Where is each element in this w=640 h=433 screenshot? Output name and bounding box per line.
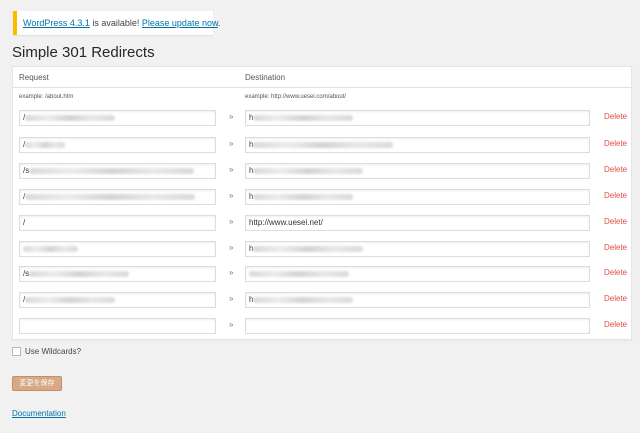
wildcards-checkbox[interactable] [12,347,21,357]
delete-link[interactable]: Delete [604,320,627,329]
request-example: example: /about.htm [19,94,74,100]
delete-link[interactable]: Delete [604,217,627,226]
notice-end: . [217,18,221,28]
request-input[interactable]: /s [19,266,216,282]
delete-link[interactable]: Delete [604,243,627,252]
table-row: / » http://www.uesei.net/Delete [13,215,631,231]
redacted-text [253,115,354,121]
table-row: / » h Delete [13,137,631,153]
request-input[interactable]: / [19,137,216,153]
request-input[interactable] [19,241,216,257]
redacted-text [253,168,364,174]
destination-column-header: Destination [245,73,286,82]
destination-input[interactable]: http://www.uesei.net/ [245,215,590,231]
table-header: Request Destination [13,67,631,88]
destination-input[interactable]: h [245,137,590,153]
redirects-table: Request Destination example: /about.htm … [12,66,632,340]
redacted-text [249,271,349,277]
destination-input[interactable]: h [245,241,590,257]
redirect-arrow: » [229,139,234,148]
redacted-text [253,194,354,200]
table-row: / » h Delete [13,189,631,205]
destination-input[interactable]: h [245,189,590,205]
redirect-arrow: » [229,112,234,121]
redacted-text [25,142,66,148]
redacted-text [253,142,394,148]
page-title: Simple 301 Redirects [12,44,155,61]
delete-link[interactable]: Delete [604,165,627,174]
redacted-text [29,168,195,174]
request-input[interactable]: /s [19,163,216,179]
update-now-link[interactable]: Please update now [142,18,218,28]
redirect-arrow: » [229,320,234,329]
redacted-text [29,271,130,277]
redirect-arrow: » [229,217,234,226]
redacted-text [253,297,354,303]
wildcards-option[interactable]: Use Wildcards? [12,347,82,357]
redirect-arrow: » [229,191,234,200]
delete-link[interactable]: Delete [604,191,627,200]
table-row: » Delete [13,318,631,334]
documentation-link[interactable]: Documentation [12,409,66,418]
table-row: / » h Delete [13,110,631,126]
destination-value: http://www.uesei.net/ [249,218,323,227]
destination-input[interactable]: h [245,110,590,126]
request-input[interactable]: / [19,215,216,231]
delete-link[interactable]: Delete [604,268,627,277]
redacted-text [23,246,78,252]
delete-link[interactable]: Delete [604,112,627,121]
delete-link[interactable]: Delete [604,294,627,303]
update-notice: WordPress 4.3.1 is available! Please upd… [13,11,220,35]
table-row: /s » h Delete [13,163,631,179]
redirect-arrow: » [229,294,234,303]
redirect-arrow: » [229,268,234,277]
redacted-text [25,297,116,303]
request-value: / [23,218,26,227]
request-input[interactable]: / [19,110,216,126]
redacted-text [253,246,364,252]
redirect-arrow: » [229,165,234,174]
destination-input[interactable] [245,318,590,334]
destination-input[interactable]: h [245,163,590,179]
wildcards-label: Use Wildcards? [25,347,82,356]
redirect-arrow: » [229,243,234,252]
table-row: /s » Delete [13,266,631,282]
request-input[interactable] [19,318,216,334]
delete-link[interactable]: Delete [604,139,627,148]
notice-text: is available! [89,18,142,28]
destination-input[interactable]: h [245,292,590,308]
wordpress-version-link[interactable]: WordPress 4.3.1 [23,18,90,28]
request-column-header: Request [19,73,49,82]
request-input[interactable]: / [19,292,216,308]
destination-example: example: http://www.uesei.com/about/ [245,94,347,100]
table-row: / » h Delete [13,292,631,308]
redacted-text [25,194,196,200]
save-button[interactable]: 変更を保存 [12,376,62,391]
request-input[interactable]: / [19,189,216,205]
redacted-text [25,115,116,121]
table-row: » h Delete [13,241,631,257]
destination-input[interactable] [245,266,590,282]
